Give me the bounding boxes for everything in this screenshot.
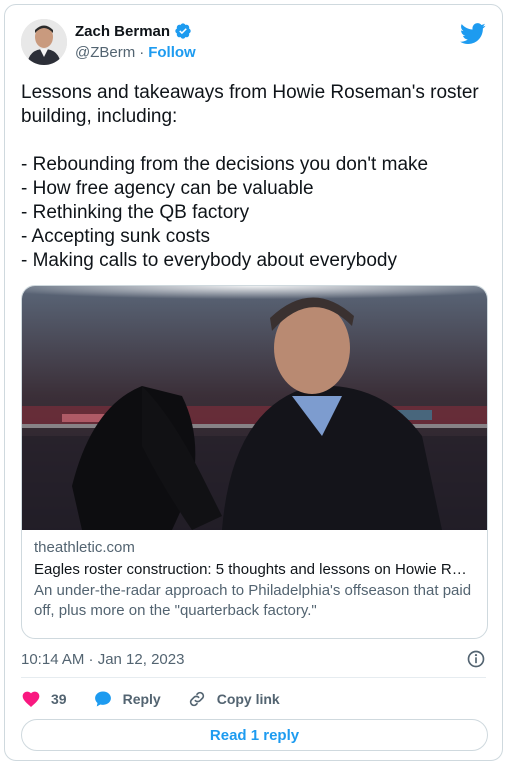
reply-label: Reply xyxy=(122,691,161,707)
author-handle-row: @ZBerm · Follow xyxy=(75,44,196,61)
like-button[interactable]: 39 xyxy=(21,689,67,709)
link-preview-image[interactable] xyxy=(22,286,488,530)
timestamp-row: 10:14 AM · Jan 12, 2023 xyxy=(21,649,486,669)
like-count: 39 xyxy=(51,691,67,707)
author-name-row: Zach Berman xyxy=(75,22,192,40)
divider xyxy=(21,677,486,678)
link-title[interactable]: Eagles roster construction: 5 thoughts a… xyxy=(34,560,475,580)
handle-separator: · xyxy=(139,44,145,61)
heart-icon xyxy=(22,691,40,707)
action-bar: 39 Reply Copy link xyxy=(21,687,306,711)
link-description: An under-the-radar approach to Philadelp… xyxy=(34,582,472,619)
reply-bubble-icon xyxy=(94,691,111,707)
copy-link-label: Copy link xyxy=(216,691,280,707)
link-preview-meta: theathletic.com Eagles roster constructi… xyxy=(34,538,475,621)
avatar[interactable] xyxy=(21,19,67,65)
copy-link-button[interactable]: Copy link xyxy=(187,689,280,709)
tweet-text: Lessons and takeaways from Howie Roseman… xyxy=(21,82,479,271)
link-domain: theathletic.com xyxy=(34,539,135,556)
link-icon xyxy=(189,691,204,707)
reply-button[interactable]: Reply xyxy=(93,689,161,709)
author-handle[interactable]: @ZBerm xyxy=(75,44,135,61)
follow-button[interactable]: Follow xyxy=(148,44,196,61)
timestamp[interactable]: 10:14 AM · Jan 12, 2023 xyxy=(21,651,184,668)
info-icon[interactable] xyxy=(466,649,486,669)
tweet-card: Zach Berman @ZBerm · Follow Lessons and … xyxy=(4,4,503,761)
read-replies-label: Read 1 reply xyxy=(209,726,300,744)
read-replies-button[interactable]: Read 1 reply xyxy=(21,719,488,751)
link-preview-card[interactable]: theathletic.com Eagles roster constructi… xyxy=(21,285,488,639)
tweet-header: Zach Berman @ZBerm · Follow xyxy=(21,19,486,67)
author-name[interactable]: Zach Berman xyxy=(75,23,170,40)
verified-badge-icon xyxy=(174,22,192,40)
twitter-bird-icon[interactable] xyxy=(460,23,486,45)
